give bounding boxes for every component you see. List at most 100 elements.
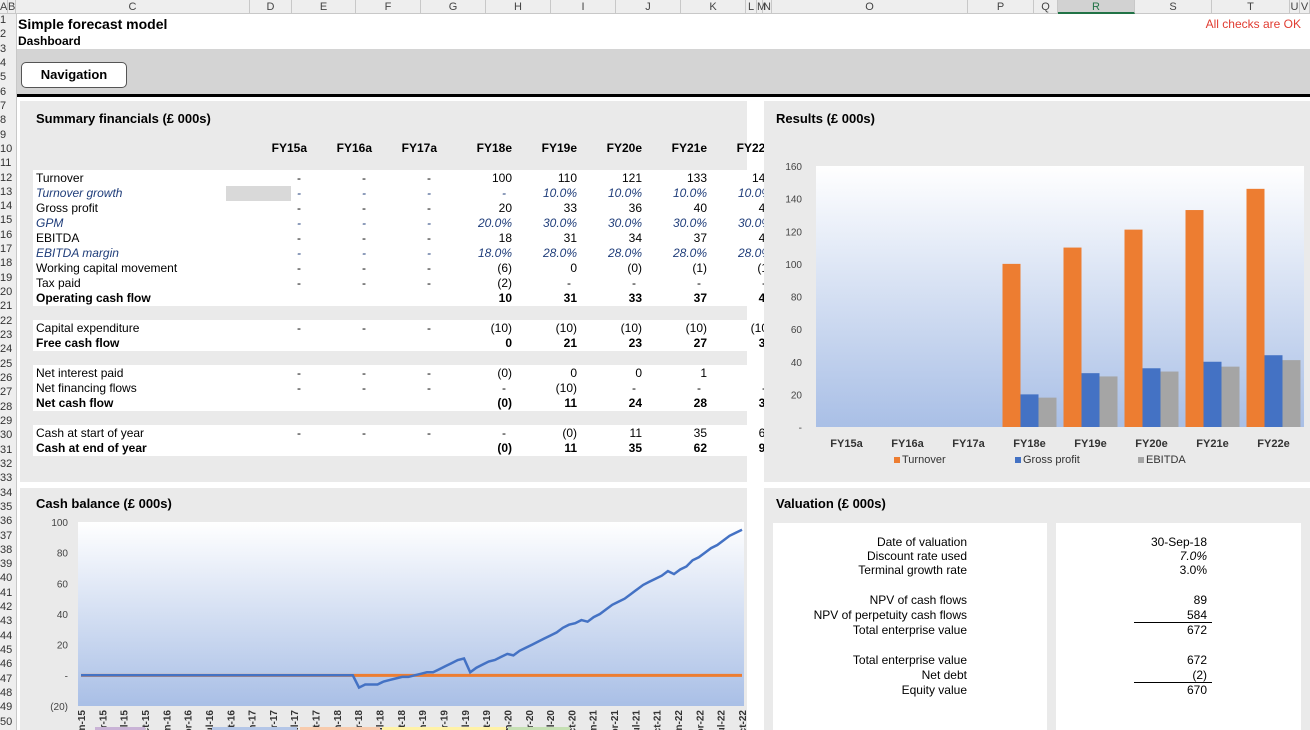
row-header[interactable]: 18: [0, 257, 16, 271]
value-cell[interactable]: -: [231, 246, 301, 260]
value-cell[interactable]: 35: [572, 441, 642, 455]
value-cell[interactable]: (0): [442, 366, 512, 380]
value-cell[interactable]: -: [296, 216, 366, 230]
value-cell[interactable]: -: [501, 276, 571, 290]
row-header[interactable]: 21: [0, 300, 16, 314]
value-cell[interactable]: -: [361, 246, 431, 260]
row-header[interactable]: 39: [0, 558, 16, 572]
value-cell[interactable]: 28: [637, 396, 707, 410]
value-cell[interactable]: 11: [507, 441, 577, 455]
value-cell[interactable]: 37: [637, 291, 707, 305]
row-header[interactable]: 19: [0, 272, 16, 286]
row-header[interactable]: 11: [0, 157, 16, 171]
value-cell[interactable]: 36: [572, 201, 642, 215]
value-cell[interactable]: 20.0%: [442, 216, 512, 230]
value-cell[interactable]: -: [361, 216, 431, 230]
row-header[interactable]: 17: [0, 243, 16, 257]
value-cell[interactable]: -: [296, 231, 366, 245]
value-cell[interactable]: -: [296, 201, 366, 215]
row-header[interactable]: 38: [0, 544, 16, 558]
value-cell[interactable]: -: [361, 276, 431, 290]
value-cell[interactable]: 24: [572, 396, 642, 410]
value-cell[interactable]: -: [296, 321, 366, 335]
value-cell[interactable]: 20: [442, 201, 512, 215]
value-cell[interactable]: (10): [702, 321, 772, 335]
value-cell[interactable]: (1): [637, 261, 707, 275]
value-cell[interactable]: -: [361, 321, 431, 335]
row-header[interactable]: 41: [0, 587, 16, 601]
row-header[interactable]: 25: [0, 358, 16, 372]
valuation-value[interactable]: 3.0%: [1127, 563, 1207, 577]
value-cell[interactable]: 11: [572, 426, 642, 440]
value-cell[interactable]: 18: [442, 231, 512, 245]
value-cell[interactable]: 2: [702, 366, 772, 380]
value-cell[interactable]: -: [296, 366, 366, 380]
row-header[interactable]: 49: [0, 701, 16, 715]
row-header[interactable]: 5: [0, 71, 16, 85]
value-cell[interactable]: -: [296, 276, 366, 290]
row-header[interactable]: 45: [0, 644, 16, 658]
value-cell[interactable]: -: [361, 231, 431, 245]
value-cell[interactable]: (1): [702, 261, 772, 275]
value-cell[interactable]: 10: [442, 291, 512, 305]
row-header[interactable]: 37: [0, 530, 16, 544]
value-cell[interactable]: 44: [702, 201, 772, 215]
value-cell[interactable]: 30: [702, 336, 772, 350]
row-header[interactable]: 46: [0, 658, 16, 672]
row-header[interactable]: 33: [0, 472, 16, 486]
row-header[interactable]: 20: [0, 286, 16, 300]
value-cell[interactable]: -: [231, 426, 301, 440]
value-cell[interactable]: -: [296, 171, 366, 185]
row-header[interactable]: 29: [0, 415, 16, 429]
valuation-value[interactable]: 672: [1127, 623, 1207, 637]
value-cell[interactable]: -: [231, 261, 301, 275]
valuation-value[interactable]: 7.0%: [1127, 549, 1207, 563]
value-cell[interactable]: 40: [637, 201, 707, 215]
value-cell[interactable]: -: [231, 171, 301, 185]
row-header[interactable]: 30: [0, 429, 16, 443]
value-cell[interactable]: 146: [702, 171, 772, 185]
value-cell[interactable]: (10): [572, 321, 642, 335]
row-header[interactable]: 1: [0, 14, 16, 28]
value-cell[interactable]: 1: [637, 366, 707, 380]
column-header[interactable]: J: [616, 0, 681, 14]
value-cell[interactable]: (10): [637, 321, 707, 335]
valuation-value[interactable]: 30-Sep-18: [1127, 535, 1207, 549]
value-cell[interactable]: 41: [702, 231, 772, 245]
row-header[interactable]: 47: [0, 673, 16, 687]
value-cell[interactable]: 100: [442, 171, 512, 185]
value-cell[interactable]: 21: [507, 336, 577, 350]
column-header[interactable]: F: [356, 0, 421, 14]
row-header[interactable]: 26: [0, 372, 16, 386]
row-header[interactable]: 3: [0, 43, 16, 57]
value-cell[interactable]: 31: [507, 291, 577, 305]
value-cell[interactable]: -: [436, 381, 506, 395]
column-header[interactable]: I: [551, 0, 616, 14]
row-header[interactable]: 34: [0, 487, 16, 501]
navigation-button[interactable]: Navigation: [21, 62, 127, 88]
value-cell[interactable]: 27: [637, 336, 707, 350]
value-cell[interactable]: (10): [507, 321, 577, 335]
value-cell[interactable]: 30.0%: [507, 216, 577, 230]
value-cell[interactable]: -: [566, 276, 636, 290]
valuation-value[interactable]: 670: [1127, 683, 1207, 697]
value-cell[interactable]: -: [231, 366, 301, 380]
column-header[interactable]: C: [16, 0, 250, 14]
value-cell[interactable]: 28.0%: [637, 246, 707, 260]
value-cell[interactable]: 33: [507, 201, 577, 215]
row-header[interactable]: 35: [0, 501, 16, 515]
row-header[interactable]: 23: [0, 329, 16, 343]
valuation-value[interactable]: 672: [1127, 653, 1207, 667]
row-header[interactable]: 10: [0, 143, 16, 157]
value-cell[interactable]: 0: [572, 366, 642, 380]
value-cell[interactable]: 28.0%: [572, 246, 642, 260]
row-header[interactable]: 42: [0, 601, 16, 615]
row-header[interactable]: 43: [0, 615, 16, 629]
value-cell[interactable]: -: [631, 381, 701, 395]
value-cell[interactable]: -: [231, 216, 301, 230]
value-cell[interactable]: -: [231, 201, 301, 215]
value-cell[interactable]: -: [436, 426, 506, 440]
row-header[interactable]: 22: [0, 315, 16, 329]
value-cell[interactable]: 62: [702, 426, 772, 440]
value-cell[interactable]: -: [696, 381, 766, 395]
